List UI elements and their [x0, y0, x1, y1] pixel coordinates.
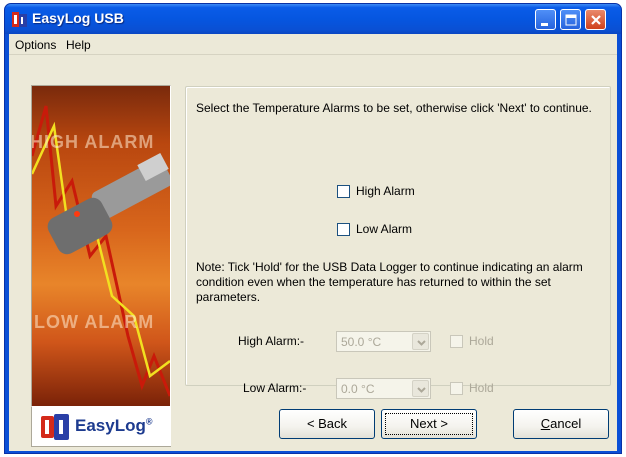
low-alarm-hold-label[interactable]: Hold	[469, 381, 494, 395]
minimize-button[interactable]	[535, 9, 556, 30]
minimize-icon	[541, 23, 548, 26]
high-alarm-checkbox-row[interactable]: High Alarm	[337, 184, 415, 198]
close-icon	[591, 15, 601, 25]
low-alarm-hold-box[interactable]	[450, 381, 463, 395]
high-alarm-value: 50.0 °C	[341, 335, 382, 349]
menu-options[interactable]: Options	[15, 38, 56, 52]
high-alarm-hold-box[interactable]	[450, 334, 463, 348]
cancel-mnemonic: C	[540, 416, 551, 431]
high-alarm-checkbox[interactable]	[337, 184, 350, 198]
logo-wordmark: EasyLog	[75, 416, 146, 435]
low-alarm-checkbox[interactable]	[337, 222, 350, 236]
banner-low-alarm-text: LOW ALARM	[34, 312, 155, 332]
back-button[interactable]: < Back	[279, 409, 375, 439]
menu-help[interactable]: Help	[66, 38, 91, 52]
chevron-down-icon	[417, 340, 426, 346]
title-bar[interactable]: EasyLog USB	[5, 4, 621, 34]
low-alarm-dropdown-button[interactable]	[412, 380, 429, 397]
high-alarm-select[interactable]: 50.0 °C	[336, 331, 431, 352]
high-alarm-dropdown-button[interactable]	[412, 333, 429, 350]
cancel-label-rest: ancel	[550, 416, 582, 431]
dialog-body: Options Help HIGH ALARM LOW ALARM EasyLo…	[9, 34, 617, 451]
banner-background: HIGH ALARM LOW ALARM	[32, 86, 170, 406]
easylog-logo-icon	[41, 414, 69, 440]
low-alarm-value: 0.0 °C	[341, 382, 375, 396]
high-alarm-checkbox-label[interactable]: High Alarm	[356, 184, 415, 198]
high-alarm-hold-label[interactable]: Hold	[469, 334, 494, 348]
banner-high-alarm-text: HIGH ALARM	[31, 132, 155, 152]
low-alarm-checkbox-label[interactable]: Low Alarm	[356, 222, 412, 236]
close-button[interactable]	[585, 9, 606, 30]
logo-text: EasyLog®	[75, 416, 153, 436]
high-alarm-label: High Alarm:-	[238, 334, 305, 348]
focus-rect	[385, 413, 473, 435]
cancel-button[interactable]: Cancel	[513, 409, 609, 439]
low-alarm-hold-checkbox[interactable]: Hold	[450, 381, 494, 395]
chevron-down-icon	[417, 387, 426, 393]
low-alarm-label: Low Alarm:-	[243, 381, 307, 395]
easylog-logo: EasyLog®	[31, 407, 171, 447]
maximize-button[interactable]	[560, 9, 581, 30]
menu-bar: Options Help	[9, 34, 617, 55]
hold-note: Note: Tick 'Hold' for the USB Data Logge…	[196, 260, 583, 304]
registered-mark: ®	[145, 416, 153, 427]
alarm-settings-panel: Select the Temperature Alarms to be set,…	[185, 86, 611, 399]
intro-text: Select the Temperature Alarms to be set,…	[196, 101, 592, 115]
window-title: EasyLog USB	[32, 10, 124, 26]
app-icon	[12, 12, 27, 27]
low-alarm-checkbox-row[interactable]: Low Alarm	[337, 222, 412, 236]
low-alarm-select[interactable]: 0.0 °C	[336, 378, 431, 399]
high-alarm-hold-checkbox[interactable]: Hold	[450, 334, 494, 348]
banner-image: HIGH ALARM LOW ALARM	[31, 85, 171, 407]
maximize-icon	[565, 14, 577, 26]
app-window: EasyLog USB Options Help HIGH ALARM LOW …	[4, 3, 622, 454]
next-button[interactable]: Next >	[381, 409, 477, 439]
